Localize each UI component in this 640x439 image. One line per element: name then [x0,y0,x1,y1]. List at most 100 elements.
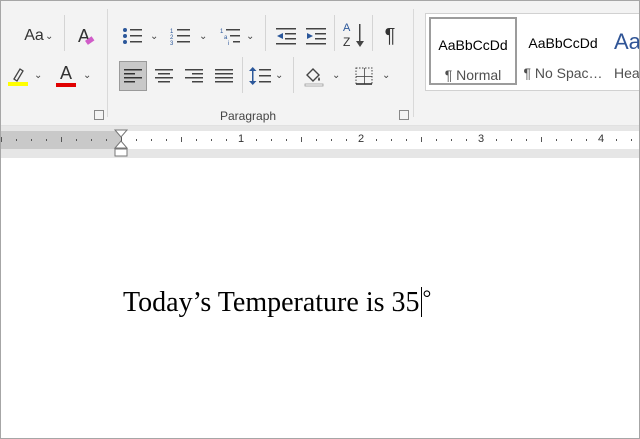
indent-marker-icon[interactable] [114,129,128,157]
paint-bucket-icon [304,68,324,87]
highlighter-icon [8,68,28,86]
style-sample: AaBbCcDd [528,35,598,51]
styles-gallery: AaBbCcDd ¶ Normal AaBbCcDd ¶ No Spac… Aa… [425,13,639,91]
bullets-icon [123,28,142,44]
ruler-tick [301,137,302,142]
align-center-icon [155,69,173,83]
ruler-tick [1,137,2,142]
ruler-tick [46,139,47,141]
align-center-button[interactable] [151,63,177,89]
ruler-tick [571,139,572,141]
change-case-label: Aa [24,27,44,44]
highlight-button[interactable] [5,63,31,89]
borders-button[interactable] [351,63,377,89]
ruler-tick [586,139,587,141]
increase-indent-button[interactable] [303,23,329,49]
chevron-down-icon[interactable]: ⌄ [275,71,283,81]
chevron-down-icon[interactable]: ⌄ [332,71,340,81]
ruler-tick [541,137,542,142]
ruler-tick [286,139,287,141]
clear-formatting-button[interactable]: A [71,23,97,49]
ruler-tick [526,139,527,141]
svg-text:i: i [228,41,229,45]
divider [64,15,65,51]
ruler-tick [331,139,332,141]
borders-icon [355,67,373,85]
chevron-down-icon[interactable]: ⌄ [382,71,390,81]
sort-arrow-icon [356,24,364,47]
ruler-tick [151,139,152,141]
ruler-tick [616,139,617,141]
ruler-tick [211,139,212,141]
sort-label-bottom: Z [343,35,351,49]
align-right-button[interactable] [181,63,207,89]
group-divider [107,9,108,117]
paragraph-dialog-launcher[interactable] [399,110,409,120]
multilevel-list-button[interactable]: 1ai [217,23,243,49]
ruler-tick [631,139,632,141]
sort-label-top: A [343,22,351,34]
decrease-indent-button[interactable] [273,23,299,49]
align-left-icon [124,69,142,83]
show-formatting-marks-button[interactable]: ¶ [377,23,403,49]
justify-button[interactable] [211,63,237,89]
ruler-tick [181,137,182,142]
chevron-down-icon[interactable]: ⌄ [199,32,207,42]
ruler-tick [106,139,107,141]
text-cursor [420,287,422,317]
ruler-tick [391,139,392,141]
eraser-icon [85,36,95,45]
style-normal[interactable]: AaBbCcDd ¶ Normal [429,17,517,85]
style-name: ¶ No Spac… [523,65,603,81]
style-heading[interactable]: Aa Hea [610,17,639,85]
bullets-button[interactable] [119,23,145,49]
ruler-tick [406,139,407,141]
font-color-swatch [56,83,76,87]
shading-button[interactable] [301,63,327,89]
ruler-tick [256,139,257,141]
justify-icon [215,69,233,83]
font-dialog-launcher[interactable] [94,110,104,120]
chevron-down-icon[interactable]: ⌄ [34,71,42,81]
style-no-spacing[interactable]: AaBbCcDd ¶ No Spac… [518,17,608,85]
highlight-color-swatch [8,82,28,86]
ruler-tick [136,139,137,141]
ruler-tick [556,139,557,141]
document-paragraph[interactable]: Today’s Temperature is 35 ° [123,285,431,319]
divider [265,15,266,51]
divider [334,15,335,51]
sort-button[interactable]: A Z [339,21,367,51]
ruler-tick [76,139,77,141]
chevron-down-icon[interactable]: ⌄ [45,32,53,42]
word-window: Aa ⌄ A ⌄ A ⌄ ⌄ 123 ⌄ 1ai ⌄ A Z ¶ ⌄ ⌄ ⌄ P… [0,0,640,439]
ruler-tick [91,139,92,141]
ruler-tick [511,139,512,141]
style-sample: AaBbCcDd [438,37,508,53]
group-divider [413,9,414,117]
align-left-button[interactable] [119,61,147,91]
document-text: Today’s Temperature is 35 [123,287,420,318]
pilcrow-icon: ¶ [384,24,396,47]
ruler-tick [376,139,377,141]
line-spacing-button[interactable] [247,63,273,89]
ruler-tick [226,139,227,141]
degree-symbol: ° [422,285,432,310]
ruler-tick [466,139,467,141]
multilevel-list-icon: 1ai [220,29,240,45]
ruler-tick [166,139,167,141]
ruler-tick [61,137,62,142]
chevron-down-icon[interactable]: ⌄ [150,32,158,42]
horizontal-ruler[interactable]: 1 2 3 4 [1,131,639,149]
ruler-tick [451,139,452,141]
chevron-down-icon[interactable]: ⌄ [246,32,254,42]
font-color-label: A [59,62,72,83]
ruler-number: 4 [598,133,605,145]
ruler-tick [496,139,497,141]
numbering-button[interactable]: 123 [167,23,193,49]
chevron-down-icon[interactable]: ⌄ [83,71,91,81]
ruler-tick [196,139,197,141]
ruler-tick [16,139,17,141]
ribbon: Aa ⌄ A ⌄ A ⌄ ⌄ 123 ⌄ 1ai ⌄ A Z ¶ ⌄ ⌄ ⌄ P… [1,1,639,126]
divider [372,15,373,51]
font-color-button[interactable]: A [53,63,79,89]
